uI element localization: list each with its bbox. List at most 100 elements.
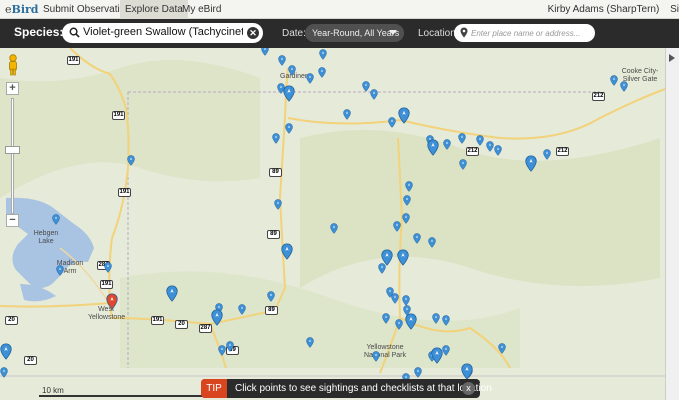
route-shield: 191 xyxy=(67,56,80,65)
hotspot-pin[interactable] xyxy=(525,155,537,172)
hotspot-pin[interactable] xyxy=(431,347,443,364)
nav-my-ebird[interactable]: My eBird xyxy=(177,0,226,19)
location-label: Location: xyxy=(418,28,459,39)
map-canvas[interactable]: Gardiner Hebgen Lake Madison Arm West Ye… xyxy=(0,48,679,400)
species-input[interactable]: Violet-green Swallow (Tachycineta thalas… xyxy=(62,23,263,43)
tip-message: Click points to see sightings and checkl… xyxy=(235,383,492,394)
sign-link[interactable]: Si xyxy=(670,4,679,15)
sighting-pin[interactable] xyxy=(403,195,411,206)
ebird-logo[interactable]: eBird xyxy=(5,3,38,16)
sighting-pin[interactable] xyxy=(318,67,326,78)
sighting-pin[interactable] xyxy=(0,367,8,378)
sighting-pin[interactable] xyxy=(391,293,399,304)
sighting-pin[interactable] xyxy=(261,48,269,56)
sighting-pin[interactable] xyxy=(543,149,551,160)
sighting-pin[interactable] xyxy=(458,133,466,144)
hotspot-pin[interactable] xyxy=(281,243,293,260)
side-panel-toggle[interactable] xyxy=(665,48,679,400)
sighting-pin[interactable] xyxy=(388,117,396,128)
route-shield: 212 xyxy=(592,92,605,101)
route-shield: 89 xyxy=(267,230,280,239)
location-input[interactable] xyxy=(471,26,589,40)
hotspot-pin[interactable] xyxy=(397,249,409,266)
sighting-pin[interactable] xyxy=(285,123,293,134)
sighting-pin[interactable] xyxy=(476,135,484,146)
sighting-pin[interactable] xyxy=(288,65,296,76)
hotspot-pin[interactable] xyxy=(427,139,439,156)
sighting-pin[interactable] xyxy=(370,89,378,100)
route-shield: 89 xyxy=(265,306,278,315)
route-shield: 191 xyxy=(100,280,113,289)
species-value[interactable]: Violet-green Swallow (Tachycineta thalas… xyxy=(83,26,243,38)
sighting-pin[interactable] xyxy=(238,304,246,315)
user-name[interactable]: Kirby Adams (SharpTern) xyxy=(548,4,660,15)
clear-species-icon[interactable]: ✕ xyxy=(247,27,259,39)
sighting-pin[interactable] xyxy=(428,237,436,248)
sighting-pin[interactable] xyxy=(432,313,440,324)
hotspot-pin[interactable] xyxy=(166,285,178,302)
sighting-pin[interactable] xyxy=(52,214,60,225)
sighting-pin[interactable] xyxy=(362,81,370,92)
sighting-pin[interactable] xyxy=(343,109,351,120)
route-shield: 191 xyxy=(118,188,131,197)
sighting-pin[interactable] xyxy=(413,233,421,244)
date-label: Date: xyxy=(282,28,306,39)
sighting-pin[interactable] xyxy=(402,213,410,224)
tip-tag: TIP xyxy=(201,379,227,398)
sighting-pin[interactable] xyxy=(443,139,451,150)
route-shield: 191 xyxy=(112,111,125,120)
sighting-pin[interactable] xyxy=(442,345,450,356)
hotspot-pin[interactable] xyxy=(211,309,223,326)
location-field[interactable] xyxy=(454,24,595,42)
zoom-out-button[interactable]: − xyxy=(6,214,19,227)
hotspot-pin[interactable] xyxy=(0,343,12,360)
sighting-pin[interactable] xyxy=(274,199,282,210)
sighting-pin[interactable] xyxy=(56,265,64,276)
sighting-pin[interactable] xyxy=(278,55,286,66)
sighting-pin[interactable] xyxy=(486,141,494,152)
street-view-pegman-icon[interactable] xyxy=(6,54,20,76)
sighting-pin[interactable] xyxy=(372,351,380,362)
chevron-right-icon xyxy=(669,54,675,62)
sighting-pin[interactable] xyxy=(306,73,314,84)
sighting-pin[interactable] xyxy=(382,313,390,324)
sighting-pin[interactable] xyxy=(405,181,413,192)
selected-pin[interactable] xyxy=(106,293,118,310)
sighting-pin[interactable] xyxy=(459,159,467,170)
hotspot-pin[interactable] xyxy=(405,313,417,330)
route-shield: 191 xyxy=(151,316,164,325)
date-value: Year-Round, All Years xyxy=(312,28,400,38)
hotspot-pin[interactable] xyxy=(461,363,473,380)
tip-banner: TIP Click points to see sightings and ch… xyxy=(201,379,492,398)
sighting-pin[interactable] xyxy=(442,315,450,326)
sighting-pin[interactable] xyxy=(393,221,401,232)
sighting-pin[interactable] xyxy=(127,155,135,166)
sighting-pin[interactable] xyxy=(319,49,327,60)
top-nav: eBird Submit Observations Explore Data M… xyxy=(0,0,679,19)
sighting-pin[interactable] xyxy=(610,75,618,86)
chevron-down-icon xyxy=(389,30,397,35)
sighting-pin[interactable] xyxy=(226,341,234,352)
sighting-pin[interactable] xyxy=(104,262,112,273)
date-select[interactable]: Year-Round, All Years xyxy=(305,24,404,42)
route-shield: 20 xyxy=(24,356,37,365)
sighting-pin[interactable] xyxy=(218,345,226,356)
sighting-pin[interactable] xyxy=(414,367,422,378)
sighting-pin[interactable] xyxy=(395,319,403,330)
zoom-slider-track[interactable] xyxy=(11,98,14,214)
sighting-pin[interactable] xyxy=(272,133,280,144)
hotspot-pin[interactable] xyxy=(283,85,295,102)
user-menu[interactable]: Kirby Adams (SharpTern) Si xyxy=(548,0,679,19)
close-tip-button[interactable]: x xyxy=(462,382,475,395)
search-icon xyxy=(69,27,80,38)
sighting-pin[interactable] xyxy=(498,343,506,354)
sighting-pin[interactable] xyxy=(306,337,314,348)
zoom-in-button[interactable]: + xyxy=(6,82,19,95)
zoom-slider-handle[interactable] xyxy=(5,146,20,154)
sighting-pin[interactable] xyxy=(267,291,275,302)
hotspot-pin[interactable] xyxy=(398,107,410,124)
hotspot-pin[interactable] xyxy=(381,249,393,266)
sighting-pin[interactable] xyxy=(620,81,628,92)
sighting-pin[interactable] xyxy=(330,223,338,234)
sighting-pin[interactable] xyxy=(494,145,502,156)
